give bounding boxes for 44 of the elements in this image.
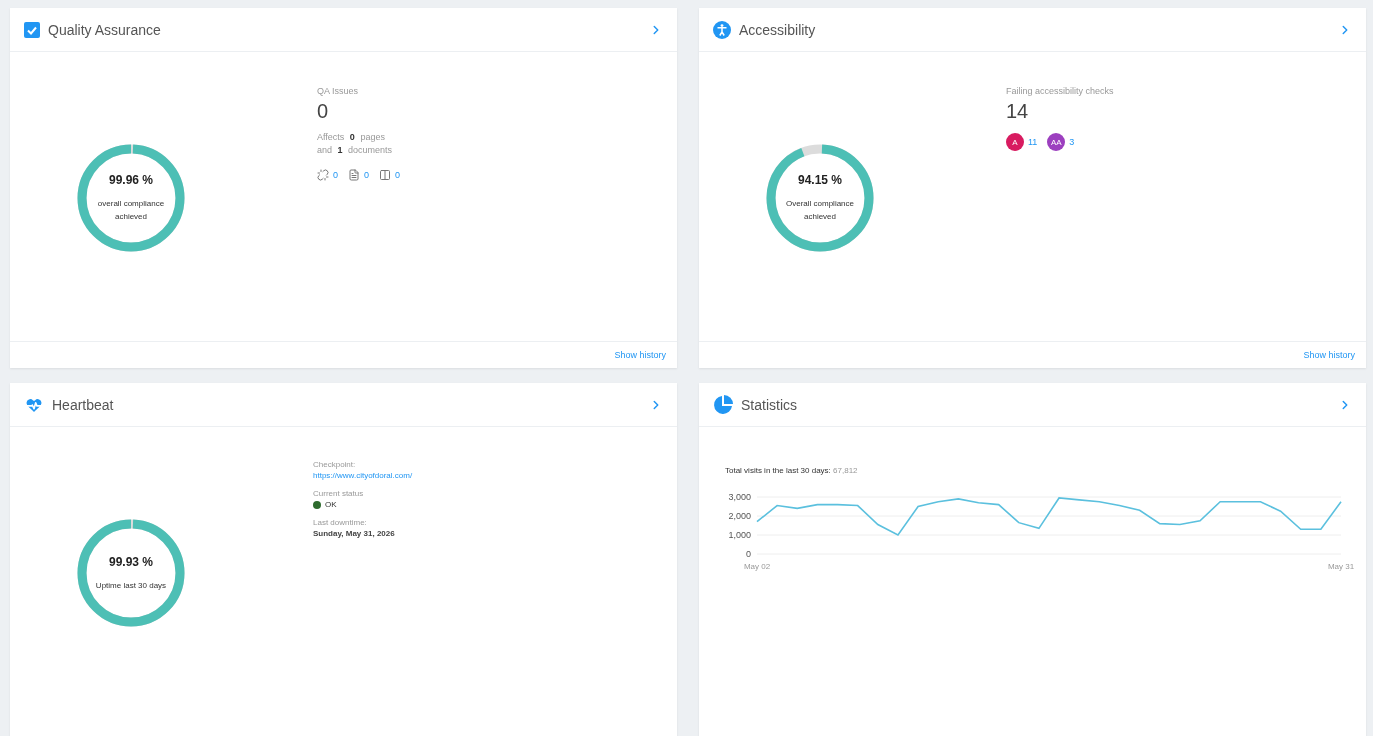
card-title: Accessibility — [739, 21, 817, 38]
issue-count[interactable]: 0 — [395, 170, 401, 180]
y-tick-label: 2,000 — [728, 511, 751, 521]
show-history-link[interactable]: Show history — [1303, 350, 1355, 360]
y-tick-label: 3,000 — [728, 492, 751, 502]
level-badge: AA — [1047, 133, 1066, 151]
stat-label: QA Issues — [317, 86, 359, 96]
field-value: Sunday, May 31, 2026 — [313, 528, 395, 540]
show-history-link[interactable]: Show history — [614, 350, 666, 360]
level-badge: A — [1006, 133, 1024, 151]
stat-value: 14 — [1006, 100, 1029, 123]
status-text: OK — [325, 499, 337, 511]
score-value: 99.93 % — [108, 554, 153, 569]
level-count[interactable]: 11 — [1028, 137, 1038, 147]
level-count[interactable]: 3 — [1069, 137, 1075, 147]
affects-text: Affects 0 pages — [317, 131, 385, 144]
broken-link-icon — [317, 169, 329, 181]
x-tick-label: May 31 — [1327, 562, 1355, 571]
field-label: Last downtime: — [313, 517, 367, 528]
document-icon — [348, 169, 360, 181]
issue-count[interactable]: 0 — [364, 170, 370, 180]
stat-label: Failing accessibility checks — [1006, 86, 1114, 96]
checkbox-icon — [24, 21, 40, 38]
stat-value: 0 — [317, 100, 329, 123]
card-title: Heartbeat — [52, 396, 115, 413]
visits-summary: Total visits in the last 30 days: 67,812 — [725, 466, 858, 475]
columns-icon — [379, 169, 392, 181]
pie-chart-icon — [713, 394, 733, 415]
score-caption: Overall compliance achieved — [785, 198, 855, 223]
affects-text: and 1 documents — [317, 144, 393, 157]
score-value: 94.15 % — [797, 173, 842, 187]
field-label: Checkpoint: — [313, 459, 356, 470]
score-caption: Uptime last 30 days — [94, 579, 168, 592]
checkpoint-link[interactable]: https://www.cityofdoral.com/ — [313, 470, 413, 482]
card-title: Quality Assurance — [48, 21, 162, 38]
y-tick-label: 1,000 — [728, 530, 751, 540]
card-title: Statistics — [741, 396, 798, 413]
x-tick-label: May 02 — [743, 562, 771, 571]
score-caption: overall compliance achieved — [96, 198, 166, 223]
score-value: 99.96 % — [108, 173, 153, 187]
issue-count[interactable]: 0 — [333, 170, 338, 180]
accessibility-icon — [713, 20, 731, 39]
y-tick-label: 0 — [746, 549, 751, 559]
field-label: Current status — [313, 488, 364, 499]
